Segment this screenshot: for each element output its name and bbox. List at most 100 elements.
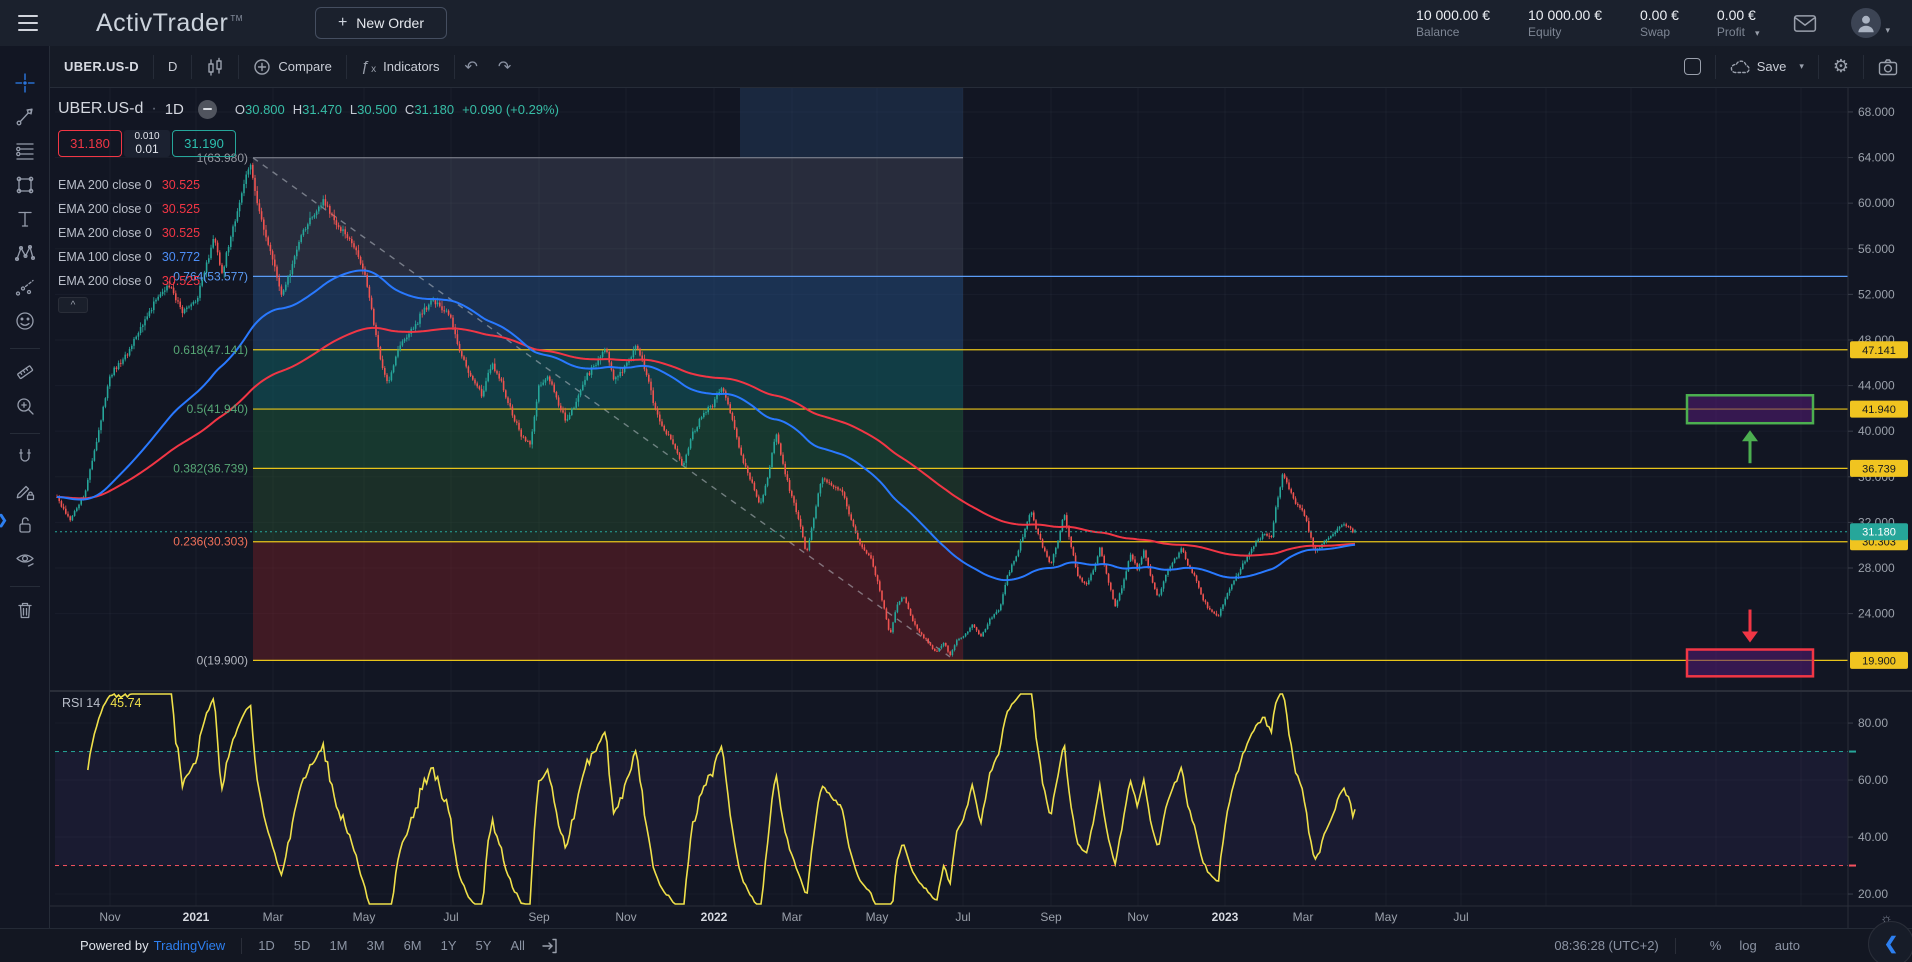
compare-plus-icon — [253, 58, 271, 76]
lock-all-tool-button[interactable] — [8, 510, 42, 540]
crosshair-icon — [14, 72, 36, 94]
goto-date-icon — [541, 937, 559, 955]
trademark: TM — [230, 14, 243, 23]
range-5y[interactable]: 5Y — [476, 938, 492, 953]
sidebar-expander-icon[interactable]: ❯ — [0, 512, 8, 528]
save-caret-icon: ▾ — [1799, 61, 1804, 72]
remove-drawings-tool-button[interactable] — [8, 595, 42, 625]
log-scale-button[interactable]: log — [1739, 938, 1756, 953]
indicator-row[interactable]: EMA 200 close 030.525 — [58, 197, 559, 221]
clock-label[interactable]: 08:36:28 (UTC+2) — [1554, 938, 1658, 953]
chart-style-button[interactable] — [192, 46, 238, 87]
range-5d[interactable]: 5D — [294, 938, 311, 953]
redo-button[interactable]: ↷ — [488, 57, 521, 77]
percent-scale-button[interactable]: % — [1710, 938, 1722, 953]
goto-date-button[interactable] — [541, 937, 559, 955]
chart-settings-button[interactable]: ⚙ — [1819, 46, 1863, 87]
account-stat: 0.00 €Profit▾ — [1717, 7, 1760, 39]
undo-button[interactable]: ↶ — [455, 57, 488, 77]
range-1d[interactable]: 1D — [258, 938, 275, 953]
profit-caret-icon[interactable]: ▾ — [1755, 28, 1760, 38]
magnet-icon — [14, 446, 36, 468]
magnet-tool-button[interactable] — [8, 442, 42, 472]
activtrader-app: { "header": { "logo": "ActivTrader", "lo… — [0, 0, 1912, 962]
forecast-icon — [14, 276, 36, 298]
quote-buttons: 31.180 0.010 0.01 31.190 — [58, 130, 559, 157]
camera-icon — [1878, 58, 1898, 76]
main-menu-icon[interactable] — [18, 15, 38, 31]
powered-by-label: Powered by — [80, 938, 149, 953]
xabcd-pattern-tool-button[interactable] — [8, 238, 42, 268]
indicators-button[interactable]: ƒx Indicators — [347, 46, 454, 87]
save-button[interactable]: Save ▾ — [1716, 46, 1818, 87]
range-1m[interactable]: 1M — [329, 938, 347, 953]
hide-series-button[interactable] — [198, 100, 217, 119]
tradingview-link[interactable]: TradingView — [154, 938, 226, 953]
candles-icon — [206, 57, 224, 77]
pencil-lock-icon — [14, 480, 36, 502]
emoji-tool-button[interactable] — [8, 306, 42, 336]
app-header: ActivTraderTM + New Order 10 000.00 €Bal… — [0, 0, 1912, 46]
fx-icon: ƒ — [361, 58, 369, 75]
collapse-panel-button[interactable]: ❮ — [1868, 921, 1912, 962]
drawing-lock-tool-button[interactable] — [8, 476, 42, 506]
buy-ask-button[interactable]: 31.190 — [172, 130, 236, 157]
change-value: +0.090 (+0.29%) — [462, 102, 559, 117]
indicator-row[interactable]: EMA 100 close 030.772 — [58, 245, 559, 269]
indicator-row[interactable]: EMA 200 close 030.525 — [58, 173, 559, 197]
new-order-button[interactable]: + New Order — [315, 7, 447, 39]
bottom-bar: Powered by TradingView 1D 5D 1M 3M 6M 1Y 5Y All… — [0, 928, 1912, 962]
text-icon — [14, 208, 36, 230]
symbol-title[interactable]: UBER.US-d — [58, 100, 143, 118]
interval-label: 1D — [165, 101, 184, 118]
compare-button[interactable]: Compare — [239, 46, 345, 87]
range-6m[interactable]: 6M — [404, 938, 422, 953]
range-all[interactable]: All — [510, 938, 524, 953]
gear-icon: ⚙ — [1833, 56, 1849, 77]
plus-icon: + — [338, 14, 347, 32]
user-avatar[interactable]: ▾ — [1851, 8, 1890, 38]
measure-tool-button[interactable] — [8, 357, 42, 387]
account-stats: 10 000.00 €Balance 10 000.00 €Equity 0.00 … — [1416, 7, 1759, 39]
account-stat: 10 000.00 €Equity — [1528, 7, 1602, 39]
text-tool-button[interactable] — [8, 204, 42, 234]
range-3m[interactable]: 3M — [367, 938, 385, 953]
account-stat: 0.00 €Swap — [1640, 7, 1679, 39]
trendline-icon — [14, 106, 36, 128]
date-ranges: 1D 5D 1M 3M 6M 1Y 5Y All — [258, 938, 525, 953]
chart-toolbar: UBER.US-D D Compare ƒx Indicators ↶ ↷ Sa… — [50, 46, 1912, 88]
lock-open-icon — [14, 514, 36, 536]
mail-icon[interactable] — [1793, 14, 1817, 33]
indicator-row[interactable]: EMA 200 close 030.525 — [58, 221, 559, 245]
shapes-icon — [14, 174, 36, 196]
chart-legend: UBER.US-d · 1D O30.800 H31.470 L30.500 C… — [58, 96, 559, 313]
trendline-tool-button[interactable] — [8, 102, 42, 132]
back-chevron-icon: ❮ — [1884, 934, 1898, 954]
xabcd-pattern-icon — [14, 242, 36, 264]
forecast-tool-button[interactable] — [8, 272, 42, 302]
legend-collapse-button[interactable]: ^ — [58, 297, 88, 313]
fullscreen-button[interactable] — [1670, 46, 1715, 87]
fib-retracement-icon — [14, 140, 36, 162]
trash-icon — [14, 599, 36, 621]
auto-scale-button[interactable]: auto — [1775, 938, 1800, 953]
sell-bid-button[interactable]: 31.180 — [58, 130, 122, 157]
crosshair-tool-button[interactable] — [8, 68, 42, 98]
range-1y[interactable]: 1Y — [441, 938, 457, 953]
avatar — [1851, 8, 1881, 38]
interval-button[interactable]: D — [154, 46, 191, 87]
rsi-legend[interactable]: RSI 14 45.74 — [62, 696, 142, 710]
zoom-in-tool-button[interactable] — [8, 391, 42, 421]
account-stat: 10 000.00 €Balance — [1416, 7, 1490, 39]
fib-retracement-tool-button[interactable] — [8, 136, 42, 166]
symbol-button[interactable]: UBER.US-D — [50, 46, 153, 87]
hide-drawings-tool-button[interactable] — [8, 544, 42, 574]
avatar-caret-icon: ▾ — [1885, 25, 1890, 36]
indicator-row[interactable]: EMA 200 close 030.525 — [58, 269, 559, 293]
square-icon — [1684, 58, 1701, 75]
minus-icon — [203, 108, 212, 110]
shapes-tool-button[interactable] — [8, 170, 42, 200]
zoom-in-icon — [14, 395, 36, 417]
screenshot-button[interactable] — [1864, 46, 1912, 87]
ruler-icon — [14, 361, 36, 383]
